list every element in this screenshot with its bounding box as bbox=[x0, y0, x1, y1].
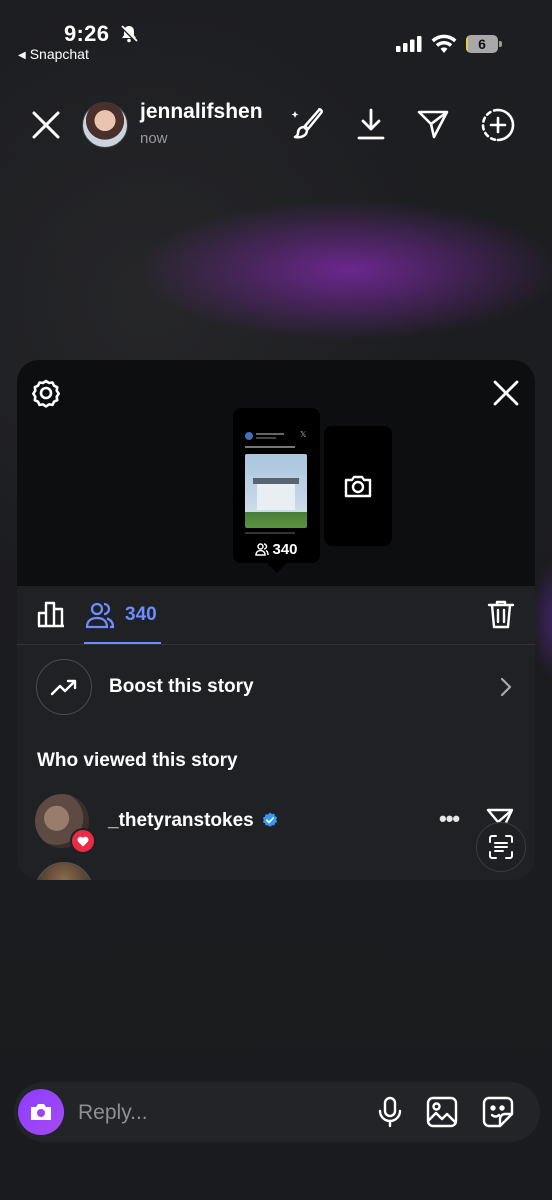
status-bar: 9:26 ◀ Snapchat 6 bbox=[0, 0, 552, 70]
boost-chevron bbox=[495, 674, 517, 700]
scan-text-button[interactable] bbox=[476, 822, 526, 872]
insights-tab-bar: 340 bbox=[17, 586, 535, 645]
wifi-icon bbox=[431, 34, 457, 53]
thumbnail-pointer bbox=[267, 563, 287, 573]
story-preview-strip: 𝕏 340 bbox=[17, 360, 535, 586]
sticker-button[interactable] bbox=[480, 1094, 516, 1130]
back-to-app-link[interactable]: ◀ Snapchat bbox=[18, 46, 89, 62]
thumbnail-viewer-count: 340 bbox=[233, 541, 320, 558]
thumbnail-x-logo: 𝕏 bbox=[300, 430, 307, 439]
more-options-button[interactable]: ••• bbox=[439, 806, 469, 831]
camera-icon bbox=[31, 1104, 51, 1120]
microphone-icon bbox=[378, 1096, 402, 1128]
voice-message-button[interactable] bbox=[374, 1094, 406, 1130]
battery-indicator: 6 bbox=[466, 35, 502, 55]
add-new-story-card[interactable] bbox=[324, 426, 392, 546]
back-triangle-icon: ◀ bbox=[18, 50, 26, 61]
trash-icon bbox=[487, 600, 515, 629]
story-username[interactable]: jennalifshen bbox=[140, 100, 263, 124]
battery-level: 6 bbox=[478, 36, 486, 52]
heart-icon bbox=[77, 836, 89, 846]
reply-input[interactable] bbox=[76, 1096, 360, 1130]
avatar[interactable] bbox=[35, 862, 93, 880]
insights-icon bbox=[37, 601, 64, 628]
viewers-section-title: Who viewed this story bbox=[37, 750, 238, 771]
more-icon: ••• bbox=[439, 806, 460, 831]
brush-icon bbox=[291, 108, 323, 139]
thumbnail-house-photo bbox=[245, 454, 307, 528]
close-panel-button[interactable] bbox=[489, 376, 523, 410]
add-to-story-button[interactable] bbox=[478, 105, 518, 145]
edit-brush-button[interactable] bbox=[288, 105, 326, 143]
thumbnail-post-text bbox=[245, 446, 295, 448]
add-story-icon bbox=[481, 108, 515, 142]
avatar[interactable] bbox=[82, 102, 128, 148]
boost-story-row[interactable]: Boost this story bbox=[17, 644, 535, 734]
story-timestamp: now bbox=[140, 130, 168, 147]
camera-icon bbox=[344, 475, 372, 498]
delete-story-button[interactable] bbox=[485, 598, 517, 630]
download-icon bbox=[357, 108, 385, 140]
story-insights-panel: 𝕏 340 340 Boost this story Who viewed th… bbox=[17, 360, 535, 880]
reply-bar bbox=[14, 1082, 540, 1142]
story-settings-button[interactable] bbox=[29, 376, 63, 410]
heart-reaction-badge bbox=[70, 828, 96, 854]
viewers-icon bbox=[85, 602, 115, 629]
gear-icon bbox=[31, 379, 60, 408]
gallery-button[interactable] bbox=[424, 1094, 460, 1130]
viewers-tab-count: 340 bbox=[125, 604, 157, 625]
close-icon bbox=[493, 380, 519, 406]
thumbnail-divider bbox=[245, 532, 295, 534]
tab-viewers[interactable]: 340 bbox=[85, 596, 157, 634]
download-button[interactable] bbox=[352, 105, 390, 143]
scan-text-icon bbox=[489, 835, 513, 859]
tab-insights[interactable] bbox=[35, 598, 67, 630]
cellular-signal-icon bbox=[396, 36, 422, 52]
viewer-username[interactable]: _thetyranstokes bbox=[108, 810, 254, 832]
viewers-icon bbox=[255, 543, 270, 556]
verified-icon bbox=[262, 812, 278, 827]
close-story-button[interactable] bbox=[28, 107, 64, 143]
chevron-right-icon bbox=[500, 677, 512, 697]
sticker-icon bbox=[482, 1096, 514, 1128]
boost-story-label: Boost this story bbox=[109, 676, 254, 697]
back-app-label: Snapchat bbox=[29, 46, 89, 62]
list-item[interactable]: _thetyranstokes ••• bbox=[17, 790, 535, 854]
gallery-icon bbox=[426, 1096, 458, 1128]
boost-icon-circle bbox=[36, 659, 92, 715]
silent-bell-icon bbox=[119, 24, 139, 44]
trending-up-icon bbox=[50, 679, 77, 696]
thumbnail-post-header bbox=[245, 432, 305, 440]
close-icon bbox=[32, 111, 60, 139]
story-header: jennalifshen now bbox=[0, 95, 552, 155]
story-thumbnail[interactable]: 𝕏 340 bbox=[233, 408, 320, 563]
status-time: 9:26 bbox=[64, 21, 110, 46]
send-icon bbox=[417, 110, 449, 139]
camera-button[interactable] bbox=[18, 1089, 64, 1135]
send-button[interactable] bbox=[414, 105, 452, 143]
